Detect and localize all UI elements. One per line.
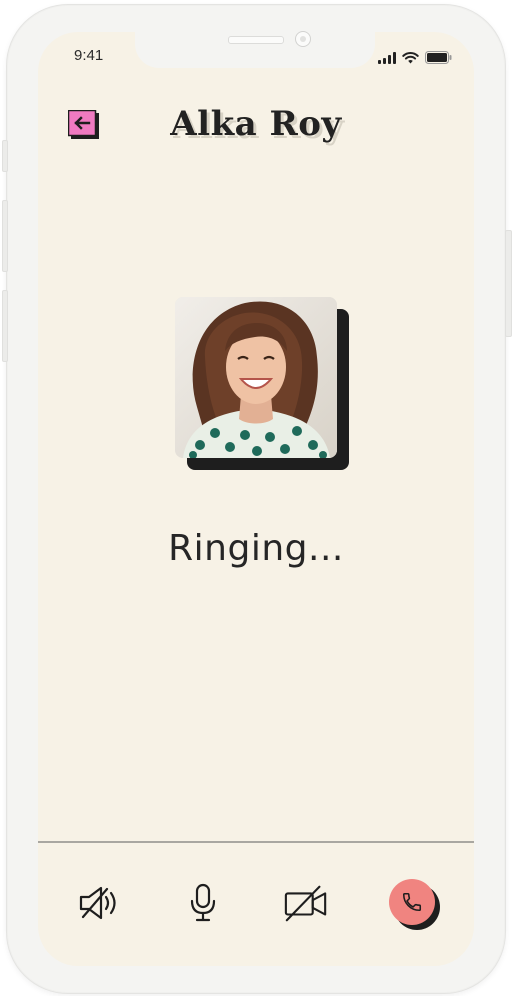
contact-photo-icon [175, 297, 337, 458]
video-button[interactable] [283, 880, 329, 926]
side-button-left-3 [2, 290, 8, 362]
status-time: 9:41 [74, 47, 104, 64]
side-button-left-1 [2, 140, 8, 172]
phone-end-icon [402, 892, 422, 912]
microphone-icon [190, 883, 216, 922]
status-icons [378, 50, 452, 64]
call-status: Ringing... [168, 528, 344, 569]
screen [38, 32, 474, 966]
speaker-grille [228, 36, 284, 44]
contact-avatar [175, 297, 349, 471]
front-camera [295, 31, 311, 47]
wifi-icon [402, 51, 419, 64]
end-call-button[interactable] [389, 879, 435, 925]
contact-name: Alka Roy [170, 104, 342, 144]
speaker-button[interactable] [76, 880, 122, 926]
signal-icon [378, 52, 396, 64]
side-button-right [505, 230, 512, 337]
video-off-icon [284, 885, 327, 922]
microphone-button[interactable] [180, 880, 226, 926]
avatar [175, 297, 337, 458]
speaker-icon [79, 886, 116, 920]
side-button-left-2 [2, 200, 8, 272]
battery-icon [425, 51, 452, 64]
controls-divider [38, 841, 474, 843]
